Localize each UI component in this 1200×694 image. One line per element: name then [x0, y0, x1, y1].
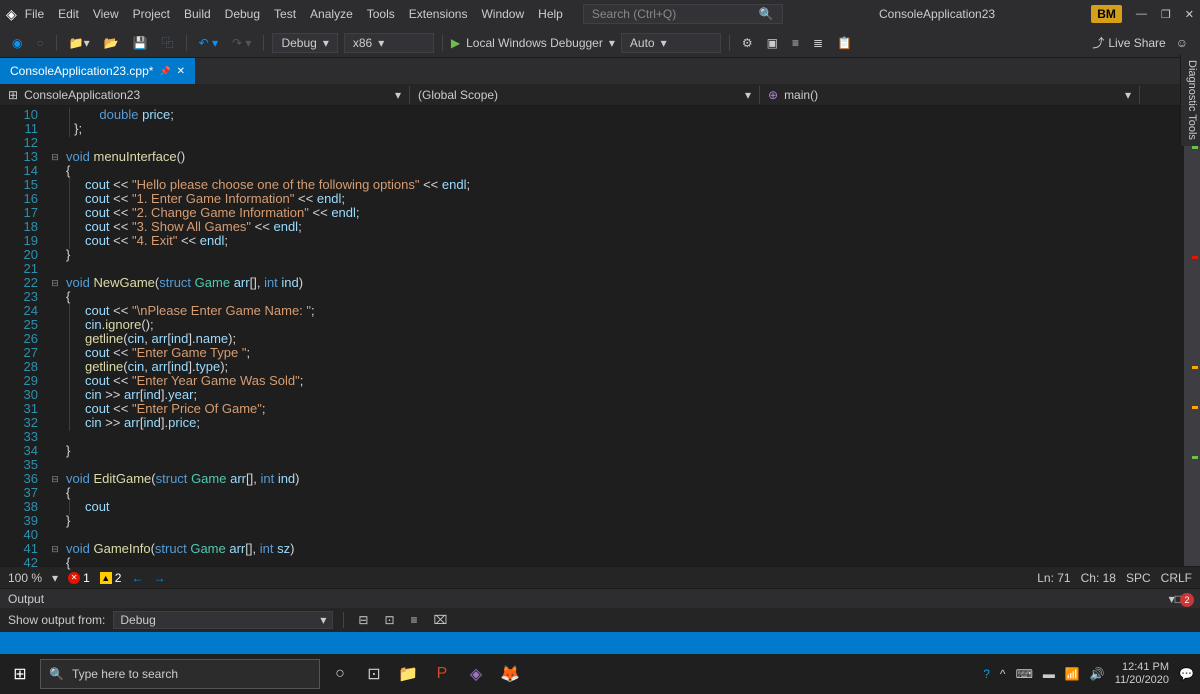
file-tab[interactable]: ConsoleApplication23.cpp* 📌 ✕ [0, 58, 195, 84]
code-editor[interactable]: 1011121314151617181920212223242526272829… [0, 106, 1200, 566]
solution-title: ConsoleApplication23 [783, 7, 1091, 21]
start-debug-button[interactable]: Local Windows Debugger [466, 36, 603, 50]
volume-tray-icon[interactable]: 🔊 [1090, 667, 1105, 681]
new-item-icon[interactable]: 📁▾ [65, 34, 94, 52]
out-tool-3[interactable]: ≡ [407, 611, 422, 629]
user-badge[interactable]: BM [1091, 5, 1122, 23]
menu-tools[interactable]: Tools [367, 7, 395, 21]
search-icon: 🔍 [49, 667, 64, 681]
menu-extensions[interactable]: Extensions [409, 7, 468, 21]
menu-project[interactable]: Project [133, 7, 170, 21]
cursor-line: Ln: 71 [1037, 571, 1070, 585]
notifications-tray-icon[interactable]: 💬 [1179, 667, 1194, 681]
scope-global-dd[interactable]: (Global Scope)▾ [410, 86, 760, 104]
overview-scrollbar[interactable] [1184, 106, 1200, 566]
nav-fwd-icon[interactable]: → [153, 571, 165, 585]
scope-project-dd[interactable]: ⊞ ConsoleApplication23▾ [0, 86, 410, 104]
windows-start-icon[interactable]: ⊞ [6, 660, 34, 688]
menu-view[interactable]: View [93, 7, 119, 21]
close-button[interactable]: ✕ [1185, 8, 1194, 21]
vs-logo-icon: ◈ [6, 6, 17, 23]
chevron-up-icon[interactable]: ^ [1000, 667, 1006, 681]
menu-window[interactable]: Window [481, 7, 524, 21]
menu-debug[interactable]: Debug [225, 7, 260, 21]
keyboard-tray-icon[interactable]: ⌨ [1016, 667, 1033, 681]
notification-badge[interactable]: 2 [1180, 593, 1194, 607]
redo-icon: ↷ ▾ [228, 34, 255, 52]
out-tool-4[interactable]: ⌧ [430, 611, 452, 629]
output-from-label: Show output from: [8, 613, 105, 627]
out-tool-2[interactable]: ⊡ [380, 611, 398, 629]
threading-dropdown[interactable]: Auto▾ [621, 33, 721, 53]
start-dd[interactable]: ▾ [609, 36, 615, 50]
menu-build[interactable]: Build [184, 7, 211, 21]
tool-icon-5[interactable]: 📋 [833, 34, 856, 52]
taskbar-clock[interactable]: 12:41 PM 11/20/2020 [1115, 661, 1169, 687]
main-menu: File Edit View Project Build Debug Test Analyze… [25, 7, 563, 21]
forward-icon: ○ [32, 34, 47, 52]
minimize-button[interactable]: — [1136, 8, 1147, 20]
menu-edit[interactable]: Edit [58, 7, 79, 21]
tool-icon-2[interactable]: ▣ [763, 34, 782, 52]
code-area[interactable]: │ double price;│}; void menuInterface(){… [62, 106, 1200, 566]
diagnostic-tools-tab[interactable]: Diagnostic Tools [1180, 54, 1200, 146]
play-icon[interactable]: ▶ [451, 36, 460, 50]
fold-gutter[interactable]: ⊟⊟⊟⊟ [48, 106, 62, 566]
tool-icon-4[interactable]: ≣ [809, 34, 827, 52]
taskview-icon[interactable]: ⊡ [360, 660, 388, 688]
nav-back-icon[interactable]: ← [131, 571, 143, 585]
output-from-dd[interactable]: Debug▾ [113, 611, 333, 629]
search-box[interactable]: Search (Ctrl+Q) 🔍 [583, 4, 783, 24]
liveshare-icon: ⤴ [1092, 34, 1104, 51]
whitespace-mode[interactable]: SPC [1126, 571, 1151, 585]
menu-file[interactable]: File [25, 7, 44, 21]
cortana-icon[interactable]: ○ [326, 660, 354, 688]
menu-test[interactable]: Test [274, 7, 296, 21]
menu-help[interactable]: Help [538, 7, 563, 21]
config-dropdown[interactable]: Debug▾ [272, 33, 337, 53]
menu-analyze[interactable]: Analyze [310, 7, 353, 21]
undo-icon[interactable]: ↶ ▾ [195, 34, 222, 52]
powerpoint-icon[interactable]: P [428, 660, 456, 688]
liveshare-button[interactable]: ⤴Live Share [1092, 34, 1165, 51]
zoom-dd[interactable]: 100 % [8, 571, 42, 585]
search-icon: 🔍 [759, 7, 774, 21]
warning-count[interactable]: ▲2 [100, 571, 122, 585]
save-all-icon[interactable]: ⿻ [158, 32, 178, 53]
taskbar-search[interactable]: 🔍Type here to search [40, 659, 320, 689]
explorer-icon[interactable]: 📁 [394, 660, 422, 688]
firefox-icon[interactable]: 🦊 [496, 660, 524, 688]
tab-close-icon[interactable]: ✕ [177, 66, 185, 77]
maximize-button[interactable]: ❐ [1161, 8, 1171, 21]
tab-label: ConsoleApplication23.cpp* [10, 64, 153, 78]
scope-func-dd[interactable]: ⊕ main()▾ [760, 86, 1140, 104]
line-gutter: 1011121314151617181920212223242526272829… [0, 106, 48, 566]
line-ending[interactable]: CRLF [1161, 571, 1192, 585]
out-tool-1[interactable]: ⊟ [354, 611, 372, 629]
platform-dropdown[interactable]: x86▾ [344, 33, 434, 53]
visualstudio-icon[interactable]: ◈ [462, 660, 490, 688]
save-icon[interactable]: 💾 [129, 34, 152, 52]
tool-icon-1[interactable]: ⚙ [738, 34, 757, 52]
open-icon[interactable]: 📂 [100, 34, 123, 52]
pin-icon[interactable]: 📌 [159, 66, 170, 77]
tool-icon-3[interactable]: ≡ [788, 34, 803, 52]
feedback-icon[interactable]: ☺ [1172, 34, 1192, 52]
wifi-tray-icon[interactable]: 📶 [1065, 667, 1080, 681]
help-tray-icon[interactable]: ? [983, 667, 990, 681]
search-placeholder: Search (Ctrl+Q) [592, 7, 676, 21]
status-bar [0, 632, 1200, 654]
back-icon[interactable]: ◉ [8, 34, 26, 52]
cursor-col: Ch: 18 [1081, 571, 1116, 585]
battery-tray-icon[interactable]: ▬ [1043, 667, 1055, 681]
output-title: Output [8, 592, 44, 606]
error-count[interactable]: ✕1 [68, 571, 90, 585]
